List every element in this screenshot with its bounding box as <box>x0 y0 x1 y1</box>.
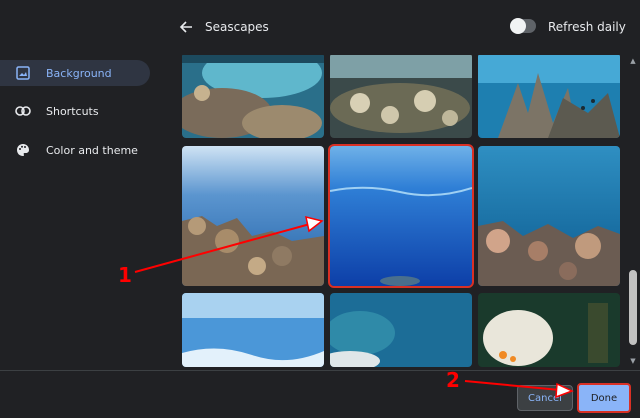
gallery-tile[interactable] <box>330 293 472 367</box>
gallery-tile[interactable] <box>330 55 472 138</box>
done-button[interactable]: Done <box>577 383 631 413</box>
toggle-knob <box>510 18 526 34</box>
gallery-scrollbar[interactable]: ▲ ▼ <box>628 55 638 367</box>
refresh-daily-toggle[interactable] <box>510 18 536 34</box>
palette-icon <box>15 142 31 158</box>
sidebar-item-label: Shortcuts <box>46 104 99 118</box>
scroll-thumb[interactable] <box>629 270 637 345</box>
sidebar-item-color-and-theme[interactable]: Color and theme <box>0 137 150 163</box>
gallery-tile[interactable] <box>182 55 324 138</box>
background-gallery <box>182 55 622 367</box>
page-title: Seascapes <box>205 20 269 34</box>
sidebar-item-label: Color and theme <box>46 143 138 157</box>
annotation-marker-1: 1 <box>118 263 132 287</box>
gallery-tile[interactable] <box>478 293 620 367</box>
gallery-tile[interactable] <box>182 146 324 286</box>
gallery-tile[interactable] <box>478 55 620 138</box>
arrow-left-icon[interactable] <box>178 18 196 36</box>
sidebar: Background Shortcuts Color and theme <box>0 0 165 370</box>
refresh-daily-label: Refresh daily <box>548 20 626 34</box>
cancel-button[interactable]: Cancel <box>517 385 573 411</box>
scroll-up-icon[interactable]: ▲ <box>629 57 637 65</box>
gallery-tile[interactable] <box>182 293 324 367</box>
sidebar-item-shortcuts[interactable]: Shortcuts <box>0 98 150 124</box>
gallery-tile[interactable] <box>478 146 620 286</box>
annotation-marker-2: 2 <box>446 368 460 392</box>
sidebar-item-background[interactable]: Background <box>0 60 150 86</box>
scroll-down-icon[interactable]: ▼ <box>629 357 637 365</box>
link-icon <box>15 103 31 119</box>
sidebar-item-label: Background <box>46 66 112 80</box>
gallery-tile-selected[interactable] <box>328 144 474 288</box>
image-icon <box>15 65 31 81</box>
